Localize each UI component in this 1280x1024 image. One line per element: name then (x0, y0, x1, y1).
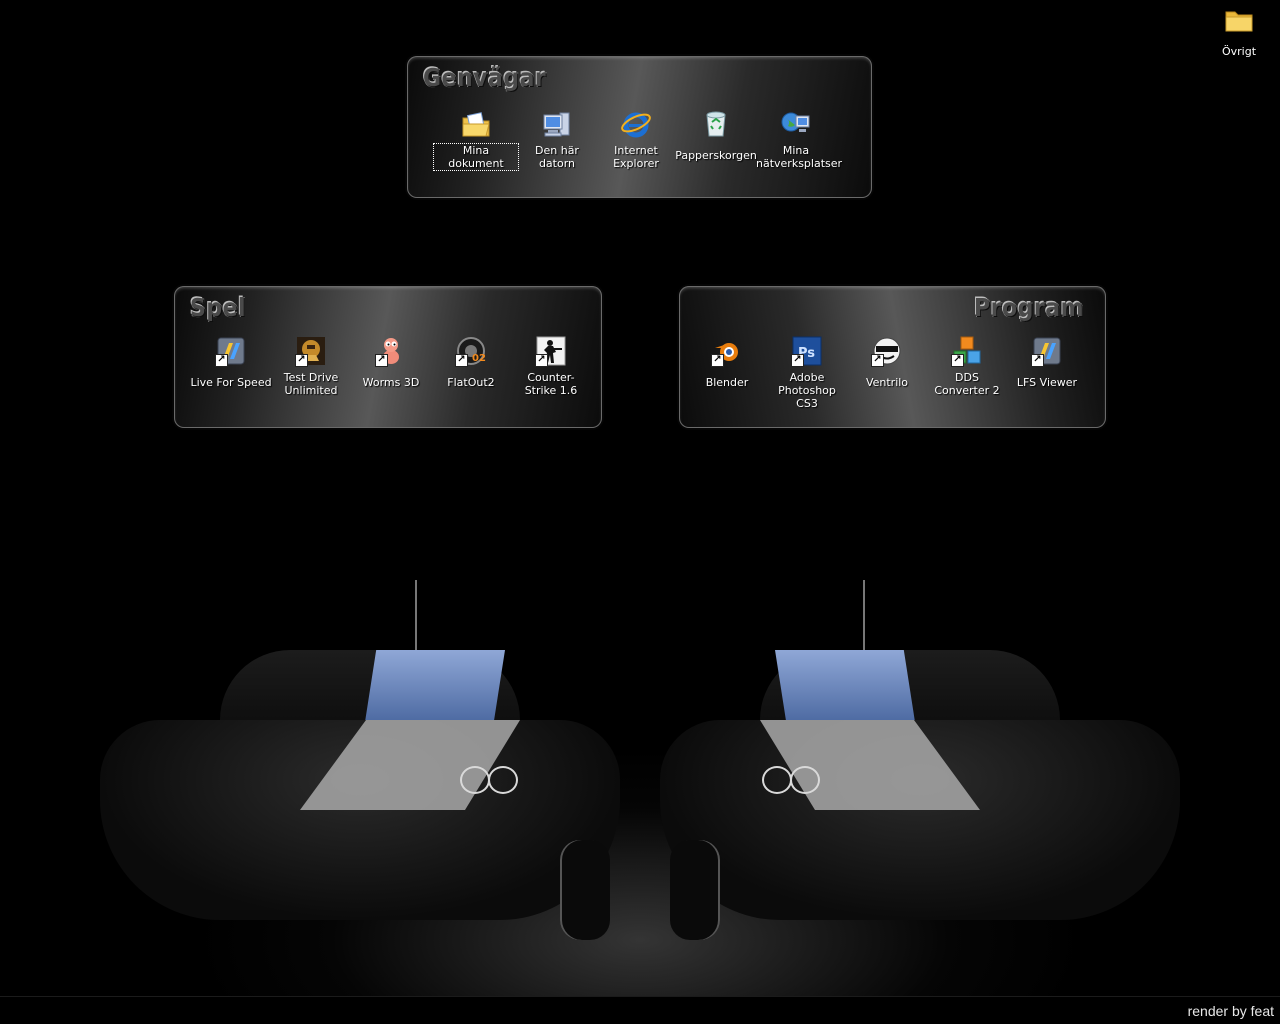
desktop-icon-ventrilo[interactable]: ↗ Ventrilo (845, 335, 929, 390)
shortcut-arrow-icon: ↗ (711, 354, 724, 367)
car-wheel (560, 840, 610, 940)
test-drive-unlimited-icon: ↗ (295, 335, 327, 367)
shortcut-arrow-icon: ↗ (455, 354, 468, 367)
svg-text:02: 02 (472, 353, 486, 364)
desktop-icon-label: Blender (705, 376, 749, 389)
desktop-icon-counter-strike[interactable]: ↗ Counter-Strike 1.6 (509, 335, 593, 398)
bottom-bar (0, 996, 1280, 1024)
blender-icon: ↗ (711, 335, 743, 367)
panel-title: Spel (190, 294, 247, 323)
desktop-icon-label: Mina nätverksplatser (756, 144, 843, 170)
desktop-icon-live-for-speed[interactable]: ↗ Live For Speed (189, 335, 273, 390)
ventrilo-icon: ↗ (871, 335, 903, 367)
desktop-icon-ovrigt[interactable]: Övrigt (1197, 4, 1280, 59)
shortcut-arrow-icon: ↗ (1031, 354, 1044, 367)
desktop-icon-label: Live For Speed (190, 376, 272, 389)
car-wheel (670, 840, 720, 940)
flatout2-icon: 02 ↗ (455, 335, 487, 367)
desktop-icon-dds-converter[interactable]: ↗ DDS Converter 2 (925, 335, 1009, 398)
network-places-icon (780, 108, 812, 140)
shortcut-arrow-icon: ↗ (951, 354, 964, 367)
desktop-icon-label: Test Drive Unlimited (283, 371, 339, 397)
desktop-icon-mina-natverksplatser[interactable]: Mina nätverksplatser (754, 108, 843, 171)
my-computer-icon (541, 108, 573, 140)
desktop-icon-label: Mina dokument (433, 143, 519, 171)
desktop-icon-papperskorgen[interactable]: Papperskorgen (674, 108, 758, 163)
shortcut-arrow-icon: ↗ (535, 354, 548, 367)
internet-explorer-icon (620, 108, 652, 140)
car-headlight (488, 766, 518, 794)
desktop-icon-label: DDS Converter 2 (934, 371, 1000, 397)
dds-converter-icon: ↗ (951, 335, 983, 367)
worms-3d-icon: ↗ (375, 335, 407, 367)
my-documents-icon (460, 108, 492, 140)
desktop-icon-label: Den här datorn (535, 144, 579, 170)
panel-title: Program (974, 294, 1084, 323)
desktop-icon-blender[interactable]: ↗ Blender (685, 335, 769, 390)
desktop-icon-label: Papperskorgen (675, 149, 757, 162)
desktop-icon-label: Övrigt (1221, 45, 1257, 58)
shortcut-arrow-icon: ↗ (295, 354, 308, 367)
desktop-icon-label: FlatOut2 (447, 376, 495, 389)
shortcut-arrow-icon: ↗ (791, 354, 804, 367)
wallpaper-car-right (660, 580, 1220, 940)
desktop-icon-worms-3d[interactable]: ↗ Worms 3D (349, 335, 433, 390)
lfs-viewer-icon: ↗ (1031, 335, 1063, 367)
desktop-icon-mina-dokument[interactable]: Mina dokument (433, 108, 519, 171)
shortcut-arrow-icon: ↗ (375, 354, 388, 367)
car-headlight (790, 766, 820, 794)
desktop-icon-adobe-photoshop[interactable]: Ps ↗ Adobe Photoshop CS3 (765, 335, 849, 411)
desktop-icon-flatout2[interactable]: 02 ↗ FlatOut2 (429, 335, 513, 390)
desktop-icon-label: Worms 3D (362, 376, 420, 389)
shortcut-arrow-icon: ↗ (871, 354, 884, 367)
folder-icon (1223, 4, 1255, 36)
desktop-icon-label: LFS Viewer (1016, 376, 1078, 389)
counter-strike-icon: ↗ (535, 335, 567, 367)
desktop-icon-label: Adobe Photoshop CS3 (778, 371, 836, 410)
car-antenna (863, 580, 865, 650)
wallpaper-credit: render by feat (1187, 1003, 1274, 1019)
desktop-icon-den-har-datorn[interactable]: Den här datorn (515, 108, 599, 171)
car-headlight (460, 766, 490, 794)
panel-title: Genvägar (423, 64, 547, 93)
car-windshield (775, 650, 915, 722)
desktop-icon-label: Counter-Strike 1.6 (524, 371, 578, 397)
desktop-icon-test-drive-unlimited[interactable]: ↗ Test Drive Unlimited (269, 335, 353, 398)
shortcut-arrow-icon: ↗ (215, 354, 228, 367)
desktop-icon-lfs-viewer[interactable]: ↗ LFS Viewer (1005, 335, 1089, 390)
desktop-icon-internet-explorer[interactable]: Internet Explorer (594, 108, 678, 171)
desktop-icon-label: Internet Explorer (613, 144, 659, 170)
recycle-bin-icon (700, 108, 732, 140)
desktop: Övrigt Genvägar Mina dokument Den här da… (0, 0, 1280, 1024)
car-windshield (365, 650, 505, 722)
car-headlight (762, 766, 792, 794)
wallpaper-car-left (60, 580, 620, 940)
live-for-speed-icon: ↗ (215, 335, 247, 367)
car-antenna (415, 580, 417, 650)
desktop-icon-label: Ventrilo (865, 376, 909, 389)
photoshop-icon: Ps ↗ (791, 335, 823, 367)
